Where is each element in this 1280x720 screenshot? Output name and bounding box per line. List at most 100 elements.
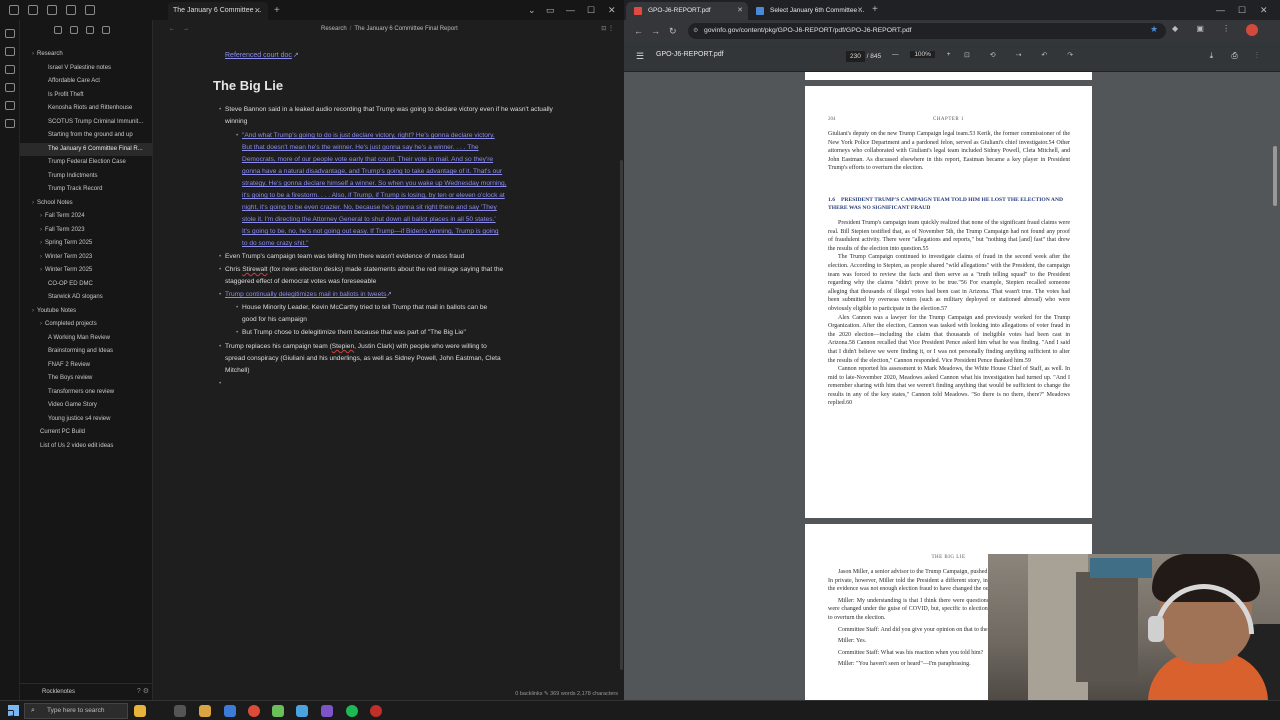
sidebar-folder[interactable]: › Winter Term 2025: [20, 264, 153, 277]
sidebar-item[interactable]: The January 6 Committee Final R...: [20, 143, 153, 156]
task-view-icon[interactable]: [174, 705, 186, 717]
quote-line[interactable]: But that doesn't mean he's the winner. H…: [242, 144, 479, 151]
spotify-taskbar-icon[interactable]: [346, 705, 358, 717]
folder-taskbar-icon[interactable]: [199, 705, 211, 717]
vault-switcher[interactable]: Rocklenotes ? ⚙: [20, 683, 153, 700]
pdf-view-tools[interactable]: ⊡ ⟲ ⇢ ↶ ↷: [964, 51, 1082, 59]
page-number-input[interactable]: 230: [846, 51, 865, 62]
forward-icon[interactable]: →: [651, 24, 660, 38]
sidebar-item[interactable]: Israel V Palestine notes: [20, 62, 153, 75]
chevron-right-icon[interactable]: ›: [32, 51, 34, 57]
new-folder-icon[interactable]: [70, 26, 78, 34]
quote-line[interactable]: "And what Trump's going to do is just de…: [242, 132, 495, 139]
taskbar-search[interactable]: ⌕ Type here to search: [24, 703, 128, 719]
quote-line[interactable]: gonna have a natural disadvantage, and T…: [242, 168, 502, 175]
new-tab-icon[interactable]: +: [274, 2, 280, 20]
misspelled-word[interactable]: Stirewalt: [242, 266, 267, 273]
quote-line[interactable]: to do some crazy shit.": [242, 240, 308, 247]
sidebar-item[interactable]: Trump Track Record: [20, 183, 153, 196]
close-tab-icon[interactable]: ✕: [857, 2, 863, 20]
sidebar-item[interactable]: SCOTUS Trump Criminal Immunit...: [20, 116, 153, 129]
close-tab-icon[interactable]: ✕: [737, 2, 743, 20]
obs-taskbar-icon[interactable]: [370, 705, 382, 717]
app-taskbar-icon[interactable]: [224, 705, 236, 717]
quote-line[interactable]: It's going to be, no, he's not going out…: [242, 228, 499, 235]
chevron-right-icon[interactable]: ›: [40, 267, 42, 273]
canvas-icon[interactable]: [4, 65, 15, 74]
sidebar-item[interactable]: List of Us 2 video edit ideas: [20, 440, 153, 453]
editor-scrollbar[interactable]: [620, 160, 623, 670]
help-settings-icons[interactable]: ? ⚙: [137, 684, 149, 700]
zoom-out-icon[interactable]: —: [892, 51, 899, 58]
chevron-right-icon[interactable]: ›: [32, 200, 34, 206]
close-window-icon[interactable]: ✕: [1260, 4, 1268, 16]
sidebar-folder[interactable]: › Fall Term 2024: [20, 210, 153, 223]
download-print-more-icons[interactable]: ⤓ ⎙ ⋮: [1210, 51, 1266, 61]
sidebar-item[interactable]: A Working Man Review: [20, 332, 153, 345]
sidebar-item[interactable]: FNAF 2 Review: [20, 359, 153, 372]
app-taskbar-icon[interactable]: [272, 705, 284, 717]
chevron-right-icon[interactable]: ›: [40, 227, 42, 233]
sidebar-item[interactable]: The Boys review: [20, 372, 153, 385]
template-icon[interactable]: [4, 101, 15, 110]
maximize-icon[interactable]: ☐: [587, 4, 595, 16]
quote-line[interactable]: stole it. I'm directing the Attorney Gen…: [242, 216, 496, 223]
quote-line[interactable]: night, it's going to be even crazier. No…: [242, 204, 497, 211]
sidebar-item[interactable]: Video Game Story: [20, 399, 153, 412]
chevron-right-icon[interactable]: ›: [32, 308, 34, 314]
tab-note[interactable]: The January 6 Committee ...: [168, 2, 268, 20]
new-tab-icon[interactable]: +: [872, 2, 878, 18]
breadcrumb-folder[interactable]: Research: [321, 26, 347, 32]
minimize-icon[interactable]: —: [566, 4, 575, 16]
file-explorer-icon[interactable]: [4, 29, 15, 38]
sidebar-item[interactable]: Transformers one review: [20, 386, 153, 399]
layout-icon[interactable]: ▭: [546, 4, 555, 16]
tab-committee[interactable]: Select January 6th Committee ... ✕: [748, 2, 868, 20]
referenced-court-doc-link[interactable]: Referenced court doc↗: [225, 44, 299, 62]
sidebar-folder[interactable]: › Fall Term 2023: [20, 224, 153, 237]
terminal-icon[interactable]: [4, 119, 15, 128]
sidebar-folder[interactable]: › School Notes: [20, 197, 153, 210]
collapse-icon[interactable]: [102, 26, 110, 34]
extension-icons[interactable]: ◆ ▣ ⋮: [1172, 24, 1238, 33]
quote-line[interactable]: strategy. He's gonna declare himself a w…: [242, 180, 507, 187]
file-explorer-taskbar-icon[interactable]: [134, 705, 146, 717]
windows-start-icon[interactable]: [8, 705, 19, 716]
address-bar[interactable]: ⚙ govinfo.gov/content/pkg/GPO-J6-REPORT/…: [688, 23, 1166, 39]
close-window-icon[interactable]: ✕: [608, 4, 616, 16]
sidebar-item[interactable]: Affordable Care Act: [20, 75, 153, 88]
sidebar-item[interactable]: Current PC Build: [20, 426, 153, 439]
sidebar-item[interactable]: Trump Federal Election Case: [20, 156, 153, 169]
back-icon[interactable]: ←: [169, 20, 175, 38]
sidebar-folder[interactable]: › Youtube Notes: [20, 305, 153, 318]
tweets-link[interactable]: Trump continually delegitimizes mail in …: [225, 291, 386, 298]
chevron-right-icon[interactable]: ›: [40, 321, 42, 327]
pdf-scrollbar[interactable]: [1273, 146, 1277, 206]
new-note-icon[interactable]: [54, 26, 62, 34]
sidebar-item[interactable]: Young justice s4 review: [20, 413, 153, 426]
files-icon[interactable]: [28, 5, 38, 15]
sidebar-item[interactable]: Brainstorming and Ideas: [20, 345, 153, 358]
sidebar-folder[interactable]: › Spring Term 2025: [20, 237, 153, 250]
bookmark-star-icon[interactable]: ★: [1150, 24, 1158, 35]
sort-icon[interactable]: [86, 26, 94, 34]
sidebar-item[interactable]: Starting from the ground and up: [20, 129, 153, 142]
breadcrumb-note[interactable]: The January 6 Committee Final Report: [354, 26, 457, 32]
search-icon[interactable]: [47, 5, 57, 15]
chevron-down-icon[interactable]: ⌄: [528, 4, 536, 16]
sidebar-folder[interactable]: › Research: [20, 48, 153, 61]
obsidian-taskbar-icon[interactable]: [321, 705, 333, 717]
graph-icon[interactable]: [4, 47, 15, 56]
reload-icon[interactable]: ↻: [669, 24, 677, 38]
sidebar-item[interactable]: CO-OP ED DMC: [20, 278, 153, 291]
sidebar-folder[interactable]: › Winter Term 2023: [20, 251, 153, 264]
tabs-icon[interactable]: [85, 5, 95, 15]
sidebar-item[interactable]: Starwick AD slogans: [20, 291, 153, 304]
forward-icon[interactable]: →: [183, 20, 189, 38]
sidebar-item[interactable]: Kenosha Riots and Rittenhouse: [20, 102, 153, 115]
zoom-level-input[interactable]: 100%: [910, 51, 935, 58]
sidebar-folder[interactable]: › Completed projects: [20, 318, 153, 331]
minimize-icon[interactable]: —: [1216, 4, 1225, 16]
bookmark-icon[interactable]: [66, 5, 76, 15]
tab-pdf[interactable]: GPO-J6-REPORT.pdf ✕: [626, 2, 748, 20]
